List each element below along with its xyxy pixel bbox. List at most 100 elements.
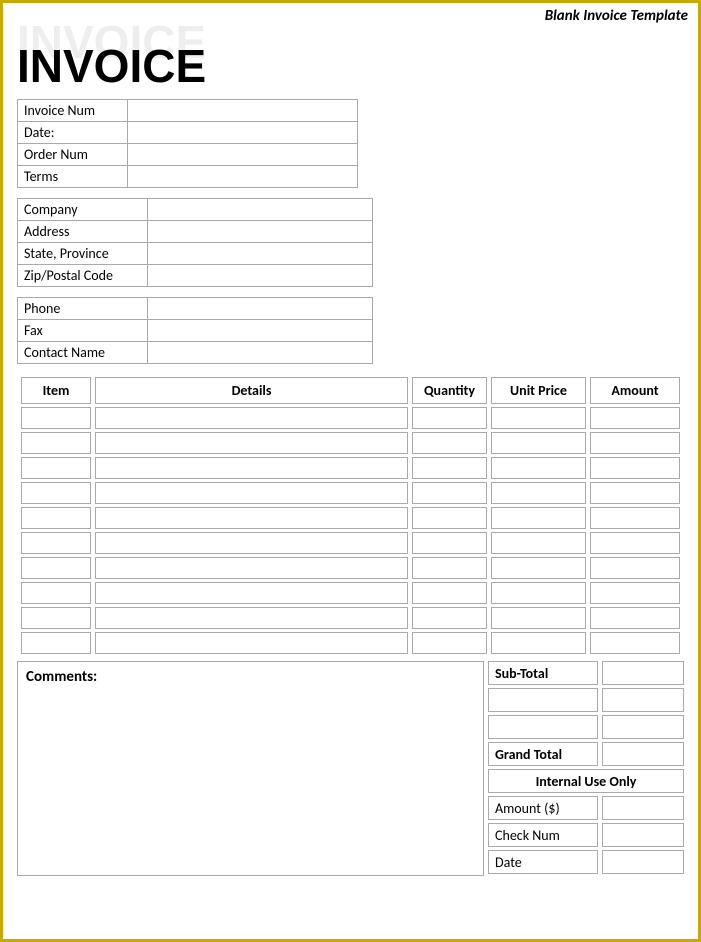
amount-cell[interactable]	[590, 457, 680, 479]
qty-cell[interactable]	[412, 432, 487, 454]
qty-cell[interactable]	[412, 582, 487, 604]
title-main: INVOICE	[17, 39, 206, 93]
amount-cell[interactable]	[590, 532, 680, 554]
item-cell[interactable]	[21, 582, 91, 604]
meta-value[interactable]	[128, 144, 358, 166]
item-row	[21, 607, 680, 629]
amount-cell[interactable]	[590, 607, 680, 629]
internal-date-value[interactable]	[602, 850, 684, 874]
company-label: Address	[18, 221, 148, 243]
item-row	[21, 507, 680, 529]
price-cell[interactable]	[491, 532, 586, 554]
company-value[interactable]	[148, 265, 373, 287]
item-cell[interactable]	[21, 407, 91, 429]
internal-check-row: Check Num	[488, 823, 684, 847]
item-row	[21, 632, 680, 654]
details-cell[interactable]	[95, 532, 408, 554]
price-cell[interactable]	[491, 507, 586, 529]
company-row: Address	[18, 221, 373, 243]
item-row	[21, 407, 680, 429]
company-row: State, Province	[18, 243, 373, 265]
details-cell[interactable]	[95, 457, 408, 479]
item-cell[interactable]	[21, 482, 91, 504]
company-row: Company	[18, 199, 373, 221]
details-cell[interactable]	[95, 482, 408, 504]
totals-column: Sub-Total Grand Total Internal Use Only …	[488, 661, 684, 876]
contact-value[interactable]	[148, 320, 373, 342]
blank-value[interactable]	[602, 688, 684, 712]
price-cell[interactable]	[491, 632, 586, 654]
blank-label[interactable]	[488, 688, 598, 712]
item-cell[interactable]	[21, 507, 91, 529]
price-cell[interactable]	[491, 432, 586, 454]
meta-value[interactable]	[128, 100, 358, 122]
amount-cell[interactable]	[590, 632, 680, 654]
price-cell[interactable]	[491, 457, 586, 479]
item-cell[interactable]	[21, 607, 91, 629]
contact-value[interactable]	[148, 298, 373, 320]
company-label: Company	[18, 199, 148, 221]
internal-amount-value[interactable]	[602, 796, 684, 820]
item-cell[interactable]	[21, 457, 91, 479]
item-cell[interactable]	[21, 532, 91, 554]
internal-check-value[interactable]	[602, 823, 684, 847]
amount-cell[interactable]	[590, 432, 680, 454]
qty-cell[interactable]	[412, 607, 487, 629]
internal-date-row: Date	[488, 850, 684, 874]
amount-cell[interactable]	[590, 507, 680, 529]
qty-cell[interactable]	[412, 532, 487, 554]
amount-cell[interactable]	[590, 407, 680, 429]
company-label: State, Province	[18, 243, 148, 265]
price-cell[interactable]	[491, 482, 586, 504]
details-cell[interactable]	[95, 507, 408, 529]
details-cell[interactable]	[95, 557, 408, 579]
blank-value[interactable]	[602, 715, 684, 739]
col-header-unit-price: Unit Price	[491, 377, 586, 404]
meta-value[interactable]	[128, 166, 358, 188]
col-header-details: Details	[95, 377, 408, 404]
contact-row: Fax	[18, 320, 373, 342]
item-row	[21, 432, 680, 454]
price-cell[interactable]	[491, 607, 586, 629]
company-block: Company Address State, Province Zip/Post…	[17, 198, 684, 287]
details-cell[interactable]	[95, 407, 408, 429]
qty-cell[interactable]	[412, 407, 487, 429]
item-cell[interactable]	[21, 632, 91, 654]
details-cell[interactable]	[95, 432, 408, 454]
grand-total-label: Grand Total	[488, 742, 598, 766]
grand-total-value[interactable]	[602, 742, 684, 766]
amount-cell[interactable]	[590, 557, 680, 579]
company-value[interactable]	[148, 243, 373, 265]
meta-label: Invoice Num	[18, 100, 128, 122]
company-value[interactable]	[148, 221, 373, 243]
blank-label[interactable]	[488, 715, 598, 739]
subtotal-row: Sub-Total	[488, 661, 684, 685]
details-cell[interactable]	[95, 632, 408, 654]
details-cell[interactable]	[95, 607, 408, 629]
subtotal-value[interactable]	[602, 661, 684, 685]
details-cell[interactable]	[95, 582, 408, 604]
qty-cell[interactable]	[412, 482, 487, 504]
meta-label: Order Num	[18, 144, 128, 166]
meta-value[interactable]	[128, 122, 358, 144]
item-cell[interactable]	[21, 432, 91, 454]
contact-value[interactable]	[148, 342, 373, 364]
comments-box[interactable]: Comments:	[17, 661, 484, 876]
amount-cell[interactable]	[590, 582, 680, 604]
qty-cell[interactable]	[412, 632, 487, 654]
qty-cell[interactable]	[412, 507, 487, 529]
invoice-meta-table: Invoice Num Date: Order Num Terms	[17, 99, 358, 188]
title-block: INVOICE INVOICE	[17, 23, 684, 93]
qty-cell[interactable]	[412, 557, 487, 579]
price-cell[interactable]	[491, 407, 586, 429]
price-cell[interactable]	[491, 557, 586, 579]
company-value[interactable]	[148, 199, 373, 221]
col-header-item: Item	[21, 377, 91, 404]
items-header-row: Item Details Quantity Unit Price Amount	[21, 377, 680, 404]
amount-cell[interactable]	[590, 482, 680, 504]
item-cell[interactable]	[21, 557, 91, 579]
meta-row: Order Num	[18, 144, 358, 166]
meta-row: Terms	[18, 166, 358, 188]
qty-cell[interactable]	[412, 457, 487, 479]
price-cell[interactable]	[491, 582, 586, 604]
